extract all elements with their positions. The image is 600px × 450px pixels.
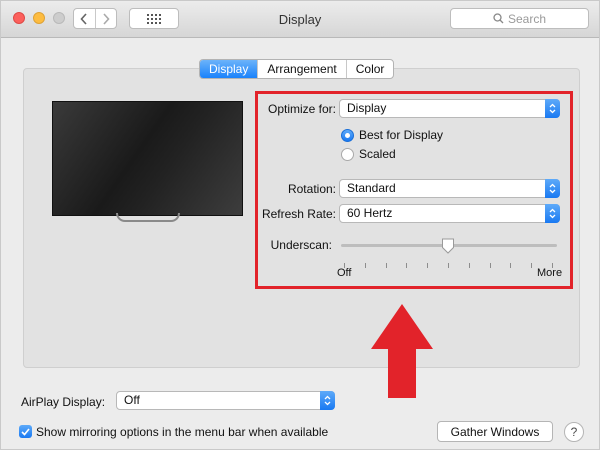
tab-bar: Display Arrangement Color: [199, 59, 395, 79]
tab-color[interactable]: Color: [345, 60, 394, 78]
checkmark-icon: [21, 427, 30, 436]
mirroring-label: Show mirroring options in the menu bar w…: [36, 425, 329, 439]
search-placeholder: Search: [507, 11, 547, 26]
display-preview-image: [52, 101, 243, 216]
airplay-display-popup[interactable]: Off: [116, 391, 335, 410]
gather-windows-button[interactable]: Gather Windows: [437, 421, 553, 442]
airplay-display-value: Off: [124, 393, 140, 407]
arrow-up-icon: [371, 304, 433, 398]
help-icon[interactable]: ?: [564, 422, 584, 442]
display-preferences-window: Display Search Display Arrangement Color…: [0, 0, 600, 450]
popup-stepper: [320, 391, 335, 410]
search-field[interactable]: Search: [450, 8, 589, 29]
mirroring-checkbox[interactable]: [19, 425, 32, 438]
display-stand: [116, 213, 180, 222]
up-down-chevron-icon: [324, 395, 331, 406]
highlight-box: [255, 91, 573, 289]
tab-display[interactable]: Display: [200, 60, 258, 78]
title-bar: Display Search: [1, 1, 599, 38]
search-icon: [493, 13, 504, 24]
airplay-display-label: AirPlay Display:: [21, 395, 106, 409]
tab-arrangement[interactable]: Arrangement: [257, 60, 345, 78]
